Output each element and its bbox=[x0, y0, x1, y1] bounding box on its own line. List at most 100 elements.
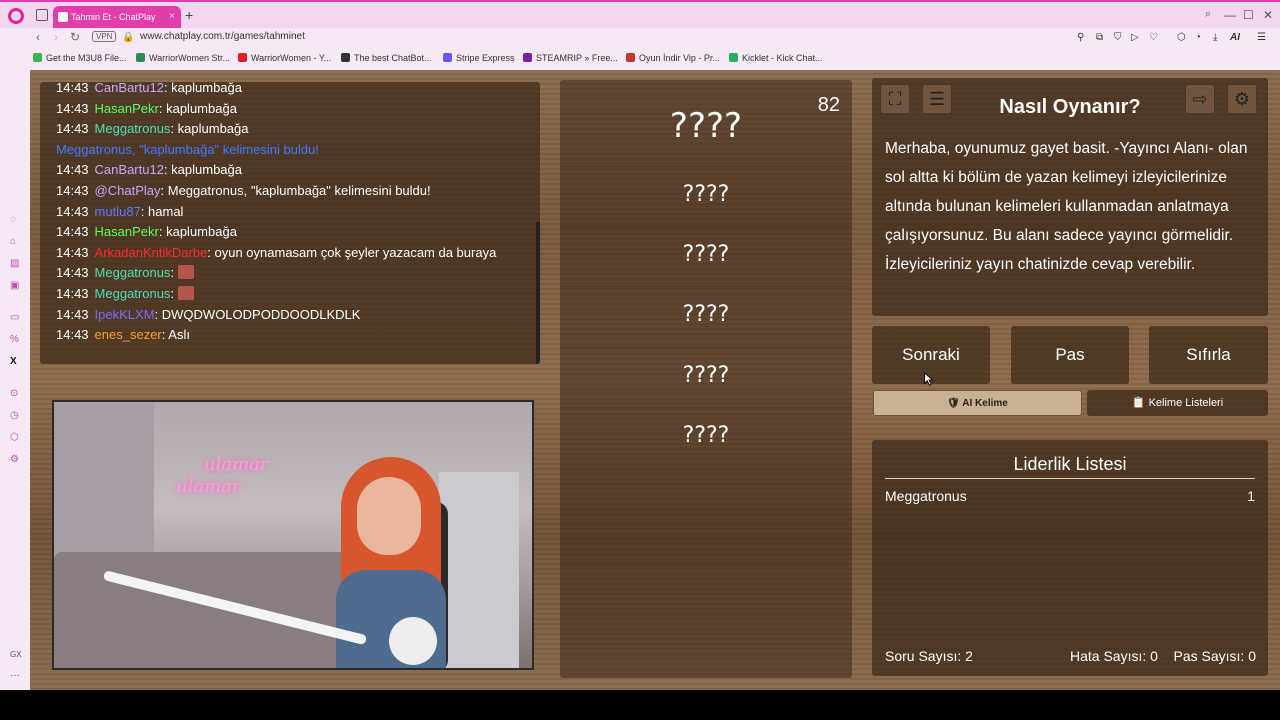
cam-mic bbox=[389, 617, 437, 665]
bookmark-item[interactable]: Oyun İndir Vip - Pr... bbox=[626, 53, 720, 63]
leaderboard-score: 1 bbox=[1247, 488, 1255, 504]
bookmark-favicon-icon bbox=[626, 53, 635, 62]
bookmark-item[interactable]: Get the M3U8 File... bbox=[33, 53, 127, 63]
chat-message: 14:43 Meggatronus: bbox=[56, 286, 194, 301]
sidebar-crypto-icon[interactable]: ⌂ bbox=[10, 236, 16, 247]
profile-icon[interactable]: ◔ bbox=[1195, 32, 1201, 43]
tab-tahmin-et[interactable]: Tahmin Et - ChatPlay × bbox=[53, 6, 181, 28]
chat-username[interactable]: Meggatronus bbox=[95, 286, 171, 301]
extensions-icon[interactable]: ⬡ bbox=[1177, 32, 1186, 43]
chat-message: 14:43 HasanPekr: kaplumbağa bbox=[56, 224, 237, 239]
word-divider bbox=[560, 407, 852, 408]
chat-message: 14:43 Meggatronus: kaplumbağa bbox=[56, 121, 249, 136]
bookmark-item[interactable]: WarriorWomen Str... bbox=[136, 53, 230, 63]
word-lists-button[interactable]: 📋 Kelime Listeleri bbox=[1087, 390, 1268, 416]
chat-timestamp: 14:43 bbox=[56, 286, 89, 301]
sidebar-more-icon[interactable]: ··· bbox=[10, 670, 20, 681]
heart-icon[interactable]: ♡ bbox=[1149, 32, 1158, 43]
new-tab-button[interactable]: + bbox=[185, 7, 193, 23]
chat-text: kaplumbağa bbox=[167, 82, 243, 95]
exit-icon[interactable]: ⇨ bbox=[1185, 84, 1215, 114]
bookmark-item[interactable]: STEAMRIP » Free... bbox=[523, 53, 618, 63]
notes-icon[interactable]: ☰ bbox=[922, 84, 952, 114]
opera-logo-icon[interactable] bbox=[8, 8, 24, 24]
sidebar-aria-icon[interactable]: ◌ bbox=[10, 214, 16, 225]
settings-gear-icon[interactable]: ⚙ bbox=[1227, 84, 1257, 114]
chat-username[interactable]: Meggatronus bbox=[95, 121, 171, 136]
reload-icon[interactable]: ↻ bbox=[70, 30, 80, 44]
reset-button[interactable]: Sıfırla bbox=[1149, 326, 1268, 384]
word-divider bbox=[560, 286, 852, 287]
tab-close-icon[interactable]: × bbox=[169, 6, 175, 28]
sidebar-history-icon[interactable]: ◷ bbox=[10, 410, 19, 421]
search-tabs-icon[interactable]: ⌕ bbox=[1205, 8, 1211, 21]
chat-username[interactable]: CanBartu12 bbox=[95, 162, 164, 177]
pass-button[interactable]: Pas bbox=[1011, 326, 1129, 384]
player-icon[interactable]: ▷ bbox=[1131, 32, 1139, 43]
bookmarks-bar: Get the M3U8 File... WarriorWomen Str... W… bbox=[0, 50, 1280, 68]
chat-username[interactable]: Meggatronus bbox=[95, 265, 171, 280]
cam-sofa bbox=[54, 552, 354, 668]
aria-ai-button[interactable]: AI bbox=[1230, 32, 1240, 43]
chat-username[interactable]: CanBartu12 bbox=[95, 82, 164, 95]
neon-line-2: ulamar bbox=[176, 476, 241, 497]
sidebar-settings-icon[interactable]: ⚙ bbox=[10, 454, 19, 465]
browser-window: Tahmin Et - ChatPlay × + ⌕ — ☐ ✕ ‹ › ↻ V… bbox=[0, 0, 1280, 690]
word-column: 82 ???????????????????????? bbox=[560, 80, 852, 678]
chat-message: 14:43 HasanPekr: kaplumbağa bbox=[56, 101, 237, 116]
chat-scrollbar[interactable] bbox=[536, 222, 540, 364]
pin-icon[interactable]: ⚲ bbox=[1077, 32, 1084, 43]
forward-icon[interactable]: › bbox=[54, 30, 58, 44]
minimize-button[interactable]: — bbox=[1224, 8, 1236, 22]
chat-username[interactable]: HasanPekr bbox=[95, 101, 159, 116]
maximize-button[interactable]: ☐ bbox=[1243, 8, 1254, 22]
chat-username[interactable]: @ChatPlay bbox=[95, 183, 161, 198]
ai-word-button[interactable]: 🛡 AI Kelime bbox=[873, 390, 1082, 416]
bookmark-favicon-icon bbox=[341, 53, 350, 62]
sidebar-gx-icon[interactable]: GX bbox=[10, 650, 22, 659]
chat-emote-icon bbox=[177, 286, 194, 300]
url-field[interactable]: www.chatplay.com.tr/games/tahminet bbox=[140, 31, 305, 42]
webcam-feed: ulamar ulamar bbox=[52, 400, 534, 670]
leaderboard-divider bbox=[885, 478, 1255, 479]
bookmark-label: WarriorWomen - Y... bbox=[251, 53, 332, 63]
sidebar-extensions-icon[interactable]: ⬡ bbox=[10, 432, 19, 443]
chat-message: 14:43 IpekKLXM: DWQDWOLODPODDOODLKDLK bbox=[56, 307, 360, 322]
bookmark-item[interactable]: The best ChatBot... bbox=[341, 53, 432, 63]
menu-icon[interactable]: ☰ bbox=[1257, 32, 1266, 43]
cam-face bbox=[357, 477, 421, 555]
back-icon[interactable]: ‹ bbox=[36, 30, 40, 44]
sidebar-messenger-icon[interactable]: ▣ bbox=[10, 280, 19, 291]
close-window-button[interactable]: ✕ bbox=[1263, 8, 1273, 22]
chat-message: 14:43 ArkadanKritikDarbe: oyun oynamasam … bbox=[56, 245, 496, 260]
bookmark-item[interactable]: WarriorWomen - Y... bbox=[238, 53, 331, 63]
bookmark-item[interactable]: Kicklet - Kick Chat... bbox=[729, 53, 823, 63]
chat-username[interactable]: enes_sezer bbox=[95, 327, 162, 342]
chat-timestamp: 14:43 bbox=[56, 327, 89, 343]
bookmark-favicon-icon bbox=[729, 53, 738, 62]
chat-message: Meggatronus, "kaplumbağa" kelimesini bul… bbox=[56, 142, 319, 157]
bookmark-label: Kicklet - Kick Chat... bbox=[742, 53, 823, 63]
sidebar-x-icon[interactable]: X bbox=[10, 356, 17, 367]
sidebar-discount-icon[interactable]: % bbox=[10, 334, 19, 345]
sidebar-twitch-icon[interactable]: ▭ bbox=[10, 312, 19, 323]
download-icon[interactable]: ⤓ bbox=[1213, 32, 1217, 43]
bookmark-item[interactable]: Stripe Express bbox=[443, 53, 515, 63]
chat-username[interactable]: HasanPekr bbox=[95, 224, 159, 239]
tab-overview-icon[interactable] bbox=[36, 9, 48, 21]
chat-message: 14:43 CanBartu12: kaplumbağa bbox=[56, 82, 242, 95]
sidebar-player-icon[interactable]: ⊙ bbox=[10, 388, 18, 399]
sidebar-flow-icon[interactable]: ▧ bbox=[10, 258, 19, 269]
chat-username[interactable]: IpekKLXM bbox=[95, 307, 155, 322]
fullscreen-icon[interactable]: ⛶ bbox=[880, 84, 910, 114]
chat-username[interactable]: mutlu87 bbox=[95, 204, 141, 219]
vpn-badge[interactable]: VPN bbox=[92, 31, 117, 42]
chat-username[interactable]: ArkadanKritikDarbe bbox=[95, 245, 208, 260]
lock-icon[interactable]: 🔒 bbox=[122, 32, 134, 43]
chat-username[interactable]: Meggatronus, "kaplumbağa" kelimesini bul… bbox=[56, 142, 319, 157]
error-count: Hata Sayısı: 0 bbox=[1070, 648, 1158, 664]
chat-text: DWQDWOLODPODDOODLKDLK bbox=[158, 306, 361, 322]
shield-icon[interactable]: ⛉ bbox=[1114, 32, 1122, 43]
chat-message: 14:43 enes_sezer: Aslı bbox=[56, 327, 190, 342]
snapshot-icon[interactable]: ⧉ bbox=[1096, 32, 1103, 43]
